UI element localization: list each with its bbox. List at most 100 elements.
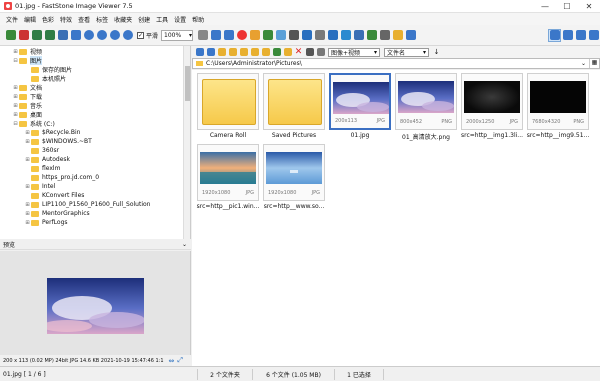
expand-toggle-icon[interactable]: ⊟ xyxy=(12,58,19,64)
expand-toggle-icon[interactable]: ⊞ xyxy=(24,130,31,136)
rotate-right-button[interactable] xyxy=(222,29,235,42)
scan-button[interactable] xyxy=(391,29,404,42)
batch-convert-button[interactable] xyxy=(365,29,378,42)
layout-4-button[interactable] xyxy=(587,29,600,42)
maximize-button[interactable]: ☐ xyxy=(556,0,578,13)
menu-tags[interactable]: 标签 xyxy=(93,15,111,24)
select-all-button[interactable] xyxy=(282,47,293,58)
filter-select[interactable]: 图像+视频 ▾ xyxy=(328,47,380,57)
save-as-button[interactable] xyxy=(43,29,56,42)
tree-item[interactable]: KConvert Files xyxy=(0,191,190,200)
menu-settings[interactable]: 设置 xyxy=(171,15,189,24)
tree-item[interactable]: ⊞ 音乐 xyxy=(0,101,190,110)
rotate-left-button[interactable] xyxy=(209,29,222,42)
red-eye-button[interactable] xyxy=(235,29,248,42)
expand-toggle-icon[interactable]: ⊞ xyxy=(24,139,31,145)
hand-tool-button[interactable] xyxy=(196,29,209,42)
tree-item[interactable]: ⊞ $WINDOWS.~BT xyxy=(0,137,190,146)
expand-toggle-icon[interactable]: ⊞ xyxy=(12,112,19,118)
expand-toggle-icon[interactable]: ⊟ xyxy=(12,121,19,127)
color-adjust-button[interactable] xyxy=(274,29,287,42)
details-button[interactable] xyxy=(315,47,326,58)
sort-select[interactable]: 文件名 ▾ xyxy=(384,47,429,57)
delete-button[interactable]: ✕ xyxy=(293,47,304,58)
tree-item[interactable]: ⊞ 下载 xyxy=(0,92,190,101)
thumbnail-item[interactable]: 1920x1080 JPG src=http__www.so... xyxy=(262,143,326,217)
thumbnail-item[interactable]: 200x113 JPG 01.jpg xyxy=(328,72,392,146)
tree-item[interactable]: 本机照片 xyxy=(0,74,190,83)
resize-button[interactable] xyxy=(261,29,274,42)
tree-item[interactable]: ⊞ 文档 xyxy=(0,83,190,92)
menu-favorites[interactable]: 收藏夹 xyxy=(111,15,135,24)
back-button[interactable] xyxy=(194,47,205,58)
zoom-select[interactable]: 100% ▾ xyxy=(161,29,194,41)
tree-item[interactable]: ⊟ 系统 (C:) xyxy=(0,119,190,128)
layout-3-button[interactable] xyxy=(574,29,587,42)
tree-item[interactable]: ⊞ PerfLogs xyxy=(0,218,190,227)
layout-1-button[interactable] xyxy=(548,28,561,42)
tree-item[interactable]: https_pro.jd.com_0 xyxy=(0,173,190,182)
path-bar[interactable]: C:\Users\Administrator\Pictures\ ⌄ ▦ xyxy=(192,58,600,69)
settings-button[interactable] xyxy=(404,29,417,42)
screen-capture-button[interactable] xyxy=(352,29,365,42)
move-to-button[interactable] xyxy=(260,47,271,58)
tree-item[interactable]: ⊞ MentorGraphics xyxy=(0,209,190,218)
folder-tree[interactable]: ⊞ 视频 ⊟ 图片 保存的图片 本机照片 ⊞ 文档 ⊞ 下载 ⊞ 音乐 ⊞ 桌面 ⊟ 系统 (C:) ⊞ $Rec… xyxy=(0,46,191,239)
tree-item[interactable]: ⊞ Autodesk xyxy=(0,155,190,164)
tree-item[interactable]: ⊞ 视频 xyxy=(0,47,190,56)
thumb-size-button[interactable] xyxy=(304,47,315,58)
fit-icon[interactable]: ⇔ xyxy=(169,357,175,365)
save-button[interactable] xyxy=(30,29,43,42)
favorite-folder-button[interactable] xyxy=(227,47,238,58)
expand-toggle-icon[interactable]: ⊞ xyxy=(12,94,19,100)
expand-toggle-icon[interactable]: ⊞ xyxy=(24,184,31,190)
slideshow-button[interactable] xyxy=(339,29,352,42)
browse-button[interactable] xyxy=(17,29,30,42)
tree-item[interactable]: ⊟ 图片 xyxy=(0,56,190,65)
thumbnail-item[interactable]: 7680x4320 PNG src=http__img9.51... xyxy=(526,72,590,146)
menu-edit[interactable]: 编辑 xyxy=(21,15,39,24)
expand-toggle-icon[interactable]: ⊞ xyxy=(24,157,31,163)
menu-file[interactable]: 文件 xyxy=(3,15,21,24)
collapse-icon[interactable]: ⌄ xyxy=(182,241,187,248)
actual-size-button[interactable] xyxy=(108,29,121,42)
tree-item[interactable]: ⊞ 桌面 xyxy=(0,110,190,119)
expand-toggle-icon[interactable]: ⊞ xyxy=(24,220,31,226)
crop-button[interactable] xyxy=(248,29,261,42)
compare-button[interactable] xyxy=(326,29,339,42)
expand-toggle-icon[interactable]: ⊞ xyxy=(12,103,19,109)
text-button[interactable] xyxy=(313,29,326,42)
thumbnail-item[interactable]: 800x452 PNG 01_高清放大.png xyxy=(394,72,458,146)
refresh-button[interactable] xyxy=(271,47,282,58)
menu-help[interactable]: 帮助 xyxy=(189,15,207,24)
thumbnail-item[interactable]: Camera Roll xyxy=(196,72,260,146)
tree-item[interactable]: 保存的图片 xyxy=(0,65,190,74)
copy-to-button[interactable] xyxy=(249,47,260,58)
menu-tools[interactable]: 工具 xyxy=(153,15,171,24)
new-folder-button[interactable] xyxy=(238,47,249,58)
prev-image-button[interactable] xyxy=(69,29,82,42)
scrollbar-thumb[interactable] xyxy=(185,66,190,101)
tree-item[interactable]: ⊞ Intel xyxy=(0,182,190,191)
tree-item[interactable]: 360sr xyxy=(0,146,190,155)
email-button[interactable] xyxy=(56,29,69,42)
expand-toggle-icon[interactable]: ⊞ xyxy=(12,85,19,91)
menu-colors[interactable]: 色彩 xyxy=(39,15,57,24)
calendar-icon[interactable]: ▦ xyxy=(589,59,599,68)
menu-view[interactable]: 查看 xyxy=(75,15,93,24)
menu-create[interactable]: 创建 xyxy=(135,15,153,24)
open-button[interactable] xyxy=(4,29,17,42)
chevron-down-icon[interactable]: ⌄ xyxy=(578,60,589,67)
close-button[interactable]: ✕ xyxy=(578,0,600,13)
menu-effects[interactable]: 特效 xyxy=(57,15,75,24)
expand-toggle-icon[interactable]: ⊞ xyxy=(24,202,31,208)
expand-toggle-icon[interactable]: ⊞ xyxy=(24,211,31,217)
fit-button[interactable] xyxy=(121,29,134,42)
print-button[interactable] xyxy=(378,29,391,42)
thumbnail-item[interactable]: 1920x1080 JPG src=http__pic1.win... xyxy=(196,143,260,217)
sharpen-button[interactable] xyxy=(300,29,313,42)
zoom-out-button[interactable] xyxy=(95,29,108,42)
thumbnail-item[interactable]: Saved Pictures xyxy=(262,72,326,146)
tree-item[interactable]: flexlm xyxy=(0,164,190,173)
zoom-in-button[interactable] xyxy=(82,29,95,42)
